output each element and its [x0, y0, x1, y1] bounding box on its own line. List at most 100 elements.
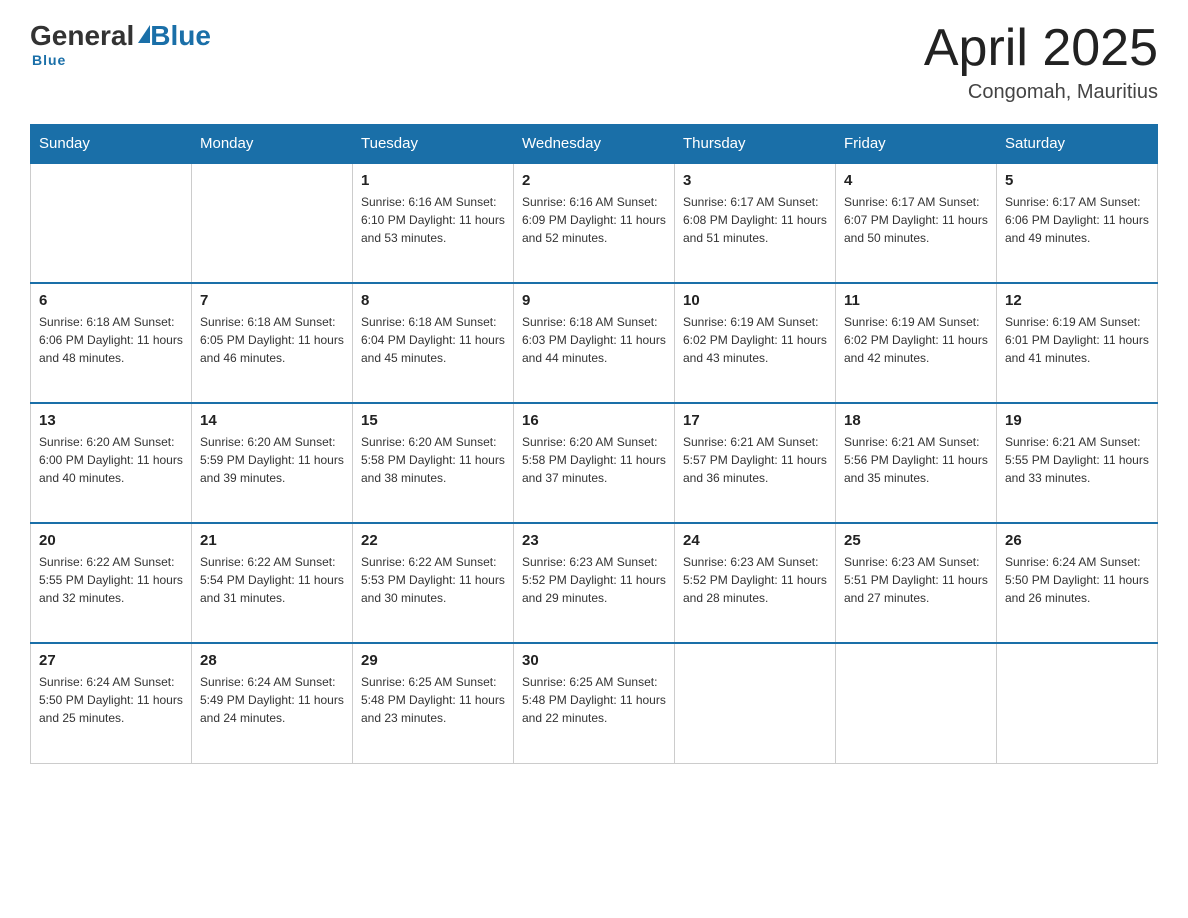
calendar-cell: 1 Sunrise: 6:16 AM Sunset: 6:10 PM Daylig… [353, 163, 514, 283]
calendar-cell: 27 Sunrise: 6:24 AM Sunset: 5:50 PM Dayli… [31, 643, 192, 763]
calendar-cell: 22 Sunrise: 6:22 AM Sunset: 5:53 PM Dayli… [353, 523, 514, 643]
day-info: Sunrise: 6:19 AM Sunset: 6:02 PM Dayligh… [683, 313, 827, 367]
calendar-cell: 8 Sunrise: 6:18 AM Sunset: 6:04 PM Daylig… [353, 283, 514, 403]
day-info: Sunrise: 6:18 AM Sunset: 6:04 PM Dayligh… [361, 313, 505, 367]
day-info: Sunrise: 6:22 AM Sunset: 5:55 PM Dayligh… [39, 553, 183, 607]
calendar-cell: 3 Sunrise: 6:17 AM Sunset: 6:08 PM Daylig… [675, 163, 836, 283]
calendar-cell: 10 Sunrise: 6:19 AM Sunset: 6:02 PM Dayli… [675, 283, 836, 403]
calendar-cell: 15 Sunrise: 6:20 AM Sunset: 5:58 PM Dayli… [353, 403, 514, 523]
calendar-week-4: 20 Sunrise: 6:22 AM Sunset: 5:55 PM Dayli… [31, 523, 1158, 643]
calendar-cell [31, 163, 192, 283]
day-number: 1 [361, 172, 505, 189]
calendar-table: Sunday Monday Tuesday Wednesday Thursday… [30, 124, 1158, 764]
day-info: Sunrise: 6:16 AM Sunset: 6:09 PM Dayligh… [522, 193, 666, 247]
day-info: Sunrise: 6:24 AM Sunset: 5:50 PM Dayligh… [1005, 553, 1149, 607]
day-number: 8 [361, 292, 505, 309]
logo-triangle-icon [138, 25, 150, 43]
day-info: Sunrise: 6:20 AM Sunset: 6:00 PM Dayligh… [39, 433, 183, 487]
page-header: General Blue Blue April 2025 Congomah, M… [30, 20, 1158, 104]
calendar-title: April 2025 [924, 20, 1158, 77]
logo: General Blue Blue [30, 20, 211, 68]
logo-text: General Blue [30, 20, 211, 52]
day-number: 25 [844, 532, 988, 549]
day-number: 29 [361, 652, 505, 669]
day-number: 30 [522, 652, 666, 669]
calendar-cell: 25 Sunrise: 6:23 AM Sunset: 5:51 PM Dayli… [836, 523, 997, 643]
day-info: Sunrise: 6:20 AM Sunset: 5:58 PM Dayligh… [361, 433, 505, 487]
calendar-cell: 6 Sunrise: 6:18 AM Sunset: 6:06 PM Daylig… [31, 283, 192, 403]
day-number: 23 [522, 532, 666, 549]
calendar-week-2: 6 Sunrise: 6:18 AM Sunset: 6:06 PM Daylig… [31, 283, 1158, 403]
logo-general: General [30, 20, 134, 52]
calendar-cell: 16Sunrise: 6:20 AM Sunset: 5:58 PM Dayli… [514, 403, 675, 523]
day-number: 17 [683, 412, 827, 429]
calendar-cell: 2Sunrise: 6:16 AM Sunset: 6:09 PM Daylig… [514, 163, 675, 283]
day-number: 27 [39, 652, 183, 669]
day-info: Sunrise: 6:22 AM Sunset: 5:53 PM Dayligh… [361, 553, 505, 607]
day-number: 3 [683, 172, 827, 189]
day-number: 20 [39, 532, 183, 549]
day-number: 7 [200, 292, 344, 309]
day-info: Sunrise: 6:23 AM Sunset: 5:52 PM Dayligh… [683, 553, 827, 607]
day-number: 21 [200, 532, 344, 549]
day-number: 14 [200, 412, 344, 429]
day-number: 6 [39, 292, 183, 309]
header-tuesday: Tuesday [353, 125, 514, 164]
calendar-week-1: 1 Sunrise: 6:16 AM Sunset: 6:10 PM Daylig… [31, 163, 1158, 283]
calendar-body: 1 Sunrise: 6:16 AM Sunset: 6:10 PM Daylig… [31, 163, 1158, 763]
header-thursday: Thursday [675, 125, 836, 164]
day-info: Sunrise: 6:17 AM Sunset: 6:06 PM Dayligh… [1005, 193, 1149, 247]
day-number: 15 [361, 412, 505, 429]
day-info: Sunrise: 6:24 AM Sunset: 5:49 PM Dayligh… [200, 673, 344, 727]
day-number: 22 [361, 532, 505, 549]
calendar-cell: 23 Sunrise: 6:23 AM Sunset: 5:52 PM Dayli… [514, 523, 675, 643]
calendar-week-5: 27 Sunrise: 6:24 AM Sunset: 5:50 PM Dayli… [31, 643, 1158, 763]
day-info: Sunrise: 6:16 AM Sunset: 6:10 PM Dayligh… [361, 193, 505, 247]
day-number: 11 [844, 292, 988, 309]
day-info: Sunrise: 6:23 AM Sunset: 5:51 PM Dayligh… [844, 553, 988, 607]
day-info: Sunrise: 6:21 AM Sunset: 5:56 PM Dayligh… [844, 433, 988, 487]
day-number: 26 [1005, 532, 1149, 549]
calendar-cell: 20 Sunrise: 6:22 AM Sunset: 5:55 PM Dayli… [31, 523, 192, 643]
day-info: Sunrise: 6:25 AM Sunset: 5:48 PM Dayligh… [361, 673, 505, 727]
day-info: Sunrise: 6:18 AM Sunset: 6:06 PM Dayligh… [39, 313, 183, 367]
calendar-cell: 24 Sunrise: 6:23 AM Sunset: 5:52 PM Dayli… [675, 523, 836, 643]
calendar-cell [675, 643, 836, 763]
day-info: Sunrise: 6:20 AM Sunset: 5:59 PM Dayligh… [200, 433, 344, 487]
day-number: 24 [683, 532, 827, 549]
day-number: 9 [522, 292, 666, 309]
calendar-cell [997, 643, 1158, 763]
calendar-cell: 4 Sunrise: 6:17 AM Sunset: 6:07 PM Daylig… [836, 163, 997, 283]
day-number: 5 [1005, 172, 1149, 189]
weekday-header-row: Sunday Monday Tuesday Wednesday Thursday… [31, 125, 1158, 164]
day-number: 4 [844, 172, 988, 189]
day-info: Sunrise: 6:19 AM Sunset: 6:02 PM Dayligh… [844, 313, 988, 367]
day-info: Sunrise: 6:19 AM Sunset: 6:01 PM Dayligh… [1005, 313, 1149, 367]
calendar-cell: 30 Sunrise: 6:25 AM Sunset: 5:48 PM Dayli… [514, 643, 675, 763]
day-info: Sunrise: 6:23 AM Sunset: 5:52 PM Dayligh… [522, 553, 666, 607]
header-sunday: Sunday [31, 125, 192, 164]
header-saturday: Saturday [997, 125, 1158, 164]
day-info: Sunrise: 6:17 AM Sunset: 6:07 PM Dayligh… [844, 193, 988, 247]
day-info: Sunrise: 6:21 AM Sunset: 5:57 PM Dayligh… [683, 433, 827, 487]
calendar-header: Sunday Monday Tuesday Wednesday Thursday… [31, 125, 1158, 164]
calendar-cell: 12Sunrise: 6:19 AM Sunset: 6:01 PM Dayli… [997, 283, 1158, 403]
calendar-cell: 7Sunrise: 6:18 AM Sunset: 6:05 PM Daylig… [192, 283, 353, 403]
calendar-cell [192, 163, 353, 283]
calendar-cell: 14 Sunrise: 6:20 AM Sunset: 5:59 PM Dayli… [192, 403, 353, 523]
day-info: Sunrise: 6:24 AM Sunset: 5:50 PM Dayligh… [39, 673, 183, 727]
header-friday: Friday [836, 125, 997, 164]
calendar-cell: 29 Sunrise: 6:25 AM Sunset: 5:48 PM Dayli… [353, 643, 514, 763]
logo-underline: Blue [32, 52, 66, 68]
calendar-cell: 11 Sunrise: 6:19 AM Sunset: 6:02 PM Dayli… [836, 283, 997, 403]
day-number: 10 [683, 292, 827, 309]
day-number: 18 [844, 412, 988, 429]
day-info: Sunrise: 6:21 AM Sunset: 5:55 PM Dayligh… [1005, 433, 1149, 487]
calendar-cell: 21Sunrise: 6:22 AM Sunset: 5:54 PM Dayli… [192, 523, 353, 643]
day-info: Sunrise: 6:17 AM Sunset: 6:08 PM Dayligh… [683, 193, 827, 247]
calendar-cell: 5 Sunrise: 6:17 AM Sunset: 6:06 PM Daylig… [997, 163, 1158, 283]
day-info: Sunrise: 6:18 AM Sunset: 6:03 PM Dayligh… [522, 313, 666, 367]
logo-blue: Blue [150, 20, 211, 52]
day-info: Sunrise: 6:25 AM Sunset: 5:48 PM Dayligh… [522, 673, 666, 727]
calendar-cell: 26 Sunrise: 6:24 AM Sunset: 5:50 PM Dayli… [997, 523, 1158, 643]
